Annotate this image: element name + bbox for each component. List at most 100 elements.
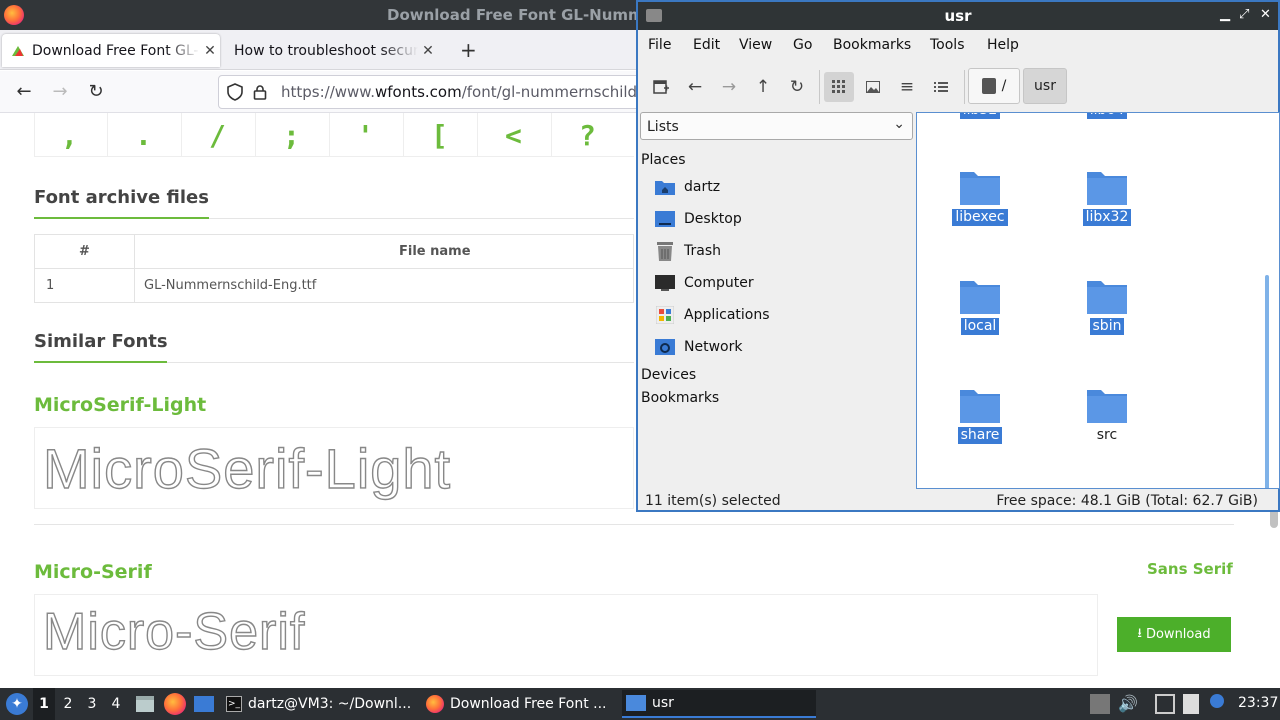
fm-statusbar: 11 item(s) selected Free space: 48.1 GiB… bbox=[638, 490, 1278, 512]
url-text[interactable]: https://www.wfonts.com/font/gl-nummernsc… bbox=[281, 83, 661, 101]
folder-label: sbin bbox=[1089, 318, 1125, 335]
free-space-status: Free space: 48.1 GiB (Total: 62.7 GiB) bbox=[996, 493, 1258, 509]
tracking-shield-icon[interactable] bbox=[227, 83, 243, 101]
taskbar-task-firefox[interactable]: Download Free Font ... bbox=[422, 690, 614, 718]
maximize-icon[interactable]: ⤢ bbox=[1239, 7, 1249, 22]
table-cell-filename[interactable]: GL-Nummernschild-Eng.ttf bbox=[144, 278, 316, 293]
folder-view[interactable]: lib32 lib64 libexec libx32 local sbin sh… bbox=[916, 112, 1280, 489]
folder-label: libx32 bbox=[1082, 209, 1132, 226]
bookmarks-heading: Bookmarks bbox=[641, 390, 720, 406]
tab-download-font[interactable]: Download Free Font GL-N ✕ bbox=[2, 34, 220, 67]
fm-window-title: usr bbox=[944, 7, 972, 25]
sidebar-item-network[interactable]: Network bbox=[654, 334, 742, 360]
menu-tools[interactable]: Tools bbox=[930, 37, 965, 53]
fm-titlebar[interactable]: usr ▁ ⤢ ✕ bbox=[638, 2, 1278, 30]
show-desktop-icon[interactable] bbox=[193, 693, 215, 715]
column-divider bbox=[134, 235, 135, 268]
trash-icon bbox=[654, 241, 676, 261]
menu-bookmarks[interactable]: Bookmarks bbox=[833, 37, 911, 53]
thumbnail-view-icon[interactable] bbox=[858, 72, 888, 102]
selection-status: 11 item(s) selected bbox=[645, 493, 781, 509]
lock-icon[interactable] bbox=[252, 84, 268, 100]
folder-item-local[interactable]: local bbox=[932, 278, 1028, 335]
menu-file[interactable]: File bbox=[648, 37, 671, 53]
back-arrow-icon[interactable]: ← bbox=[12, 81, 36, 105]
volume-icon[interactable]: 🔊 bbox=[1118, 694, 1138, 714]
devices-heading: Devices bbox=[641, 367, 697, 383]
firefox-launcher-icon[interactable] bbox=[164, 693, 186, 715]
menu-help[interactable]: Help bbox=[987, 37, 1019, 53]
font-preview-box[interactable]: MicroSerif-Light bbox=[34, 427, 634, 509]
folder-label: local bbox=[960, 318, 1000, 335]
close-icon[interactable]: ✕ bbox=[418, 43, 438, 59]
sidebar-item-label: Applications bbox=[684, 307, 770, 323]
workspace-3[interactable]: 3 bbox=[81, 688, 103, 720]
workspace-4[interactable]: 4 bbox=[105, 688, 127, 720]
glyph-cell: . bbox=[107, 113, 181, 157]
glyph-cell: / bbox=[181, 113, 255, 157]
up-arrow-icon[interactable]: ↑ bbox=[748, 72, 778, 102]
sidebar-item-computer[interactable]: Computer bbox=[654, 270, 754, 296]
folder-item[interactable]: lib32 bbox=[932, 113, 1028, 119]
menu-go[interactable]: Go bbox=[793, 37, 812, 53]
sidebar-item-trash[interactable]: Trash bbox=[654, 238, 721, 264]
file-manager-window: usr ▁ ⤢ ✕ File Edit View Go Bookmarks To… bbox=[636, 0, 1280, 512]
font-category-label[interactable]: Sans Serif bbox=[1147, 560, 1233, 578]
path-label: usr bbox=[1034, 78, 1056, 94]
browser-window-title: Download Free Font GL-Numm bbox=[387, 6, 644, 24]
tray-eject-icon[interactable] bbox=[1090, 694, 1110, 714]
sidebar-item-applications[interactable]: Applications bbox=[654, 302, 770, 328]
folder-item-src[interactable]: src bbox=[1059, 387, 1155, 444]
folder-item-libexec[interactable]: libexec bbox=[932, 169, 1028, 226]
update-notifier-icon[interactable] bbox=[1210, 694, 1224, 708]
sidebar-item-label: Network bbox=[684, 339, 743, 355]
new-tab-icon[interactable] bbox=[646, 72, 676, 102]
menu-edit[interactable]: Edit bbox=[693, 37, 720, 53]
compact-view-icon[interactable]: ≡ bbox=[892, 72, 922, 102]
clipboard-icon[interactable] bbox=[1183, 694, 1199, 714]
tab-troubleshoot[interactable]: How to troubleshoot security ✕ bbox=[224, 34, 438, 67]
reload-icon[interactable]: ↻ bbox=[782, 72, 812, 102]
menu-view[interactable]: View bbox=[739, 37, 772, 53]
folder-item-share[interactable]: share bbox=[932, 387, 1028, 444]
network-tray-icon[interactable] bbox=[1155, 694, 1175, 714]
font-preview-image: MicroSerif-Light bbox=[43, 436, 451, 500]
detailed-list-view-icon[interactable] bbox=[926, 72, 956, 102]
folder-item-sbin[interactable]: sbin bbox=[1059, 278, 1155, 335]
section-divider bbox=[34, 524, 1234, 525]
similar-font-name[interactable]: MicroSerif-Light bbox=[34, 394, 206, 416]
side-pane-mode-select[interactable]: Lists ⌄ bbox=[640, 112, 913, 140]
glyph-cell: < bbox=[477, 113, 551, 157]
similar-font-name[interactable]: Micro-Serif bbox=[34, 561, 152, 583]
font-preview-box[interactable]: Micro-Serif bbox=[34, 594, 1098, 676]
table-row[interactable]: 1 GL-Nummernschild-Eng.ttf bbox=[35, 269, 633, 303]
file-manager-launcher-icon[interactable] bbox=[134, 693, 156, 715]
close-icon[interactable]: ✕ bbox=[200, 43, 220, 59]
workspace-1[interactable]: 1 bbox=[33, 688, 55, 720]
forward-arrow-icon[interactable]: → bbox=[714, 72, 744, 102]
sidebar-item-desktop[interactable]: Desktop bbox=[654, 206, 742, 232]
taskbar-task-terminal[interactable]: >_ dartz@VM3: ~/Downl... bbox=[222, 690, 414, 718]
start-menu-icon[interactable]: ✦ bbox=[6, 693, 28, 715]
terminal-icon: >_ bbox=[226, 696, 242, 712]
forward-arrow-icon[interactable]: → bbox=[48, 81, 72, 105]
folder-label: libexec bbox=[952, 209, 1008, 226]
back-arrow-icon[interactable]: ← bbox=[680, 72, 710, 102]
new-tab-plus-icon[interactable]: + bbox=[460, 38, 477, 62]
folder-item[interactable]: lib64 bbox=[1059, 113, 1155, 119]
clock[interactable]: 23:37 bbox=[1238, 695, 1278, 711]
path-button-usr[interactable]: usr bbox=[1023, 68, 1067, 104]
icon-view-icon[interactable] bbox=[824, 72, 854, 102]
network-icon bbox=[654, 337, 676, 357]
path-button-root[interactable]: / bbox=[968, 68, 1020, 104]
folder-item-libx32[interactable]: libx32 bbox=[1059, 169, 1155, 226]
minimize-icon[interactable]: ▁ bbox=[1220, 7, 1230, 22]
reload-icon[interactable]: ↻ bbox=[84, 81, 108, 105]
close-icon[interactable]: ✕ bbox=[1260, 7, 1271, 22]
taskbar-task-usr[interactable]: usr bbox=[622, 690, 816, 718]
download-button[interactable]: ⭳ Download bbox=[1117, 617, 1231, 652]
sidebar-item-dartz[interactable]: dartz bbox=[654, 174, 720, 200]
workspace-2[interactable]: 2 bbox=[57, 688, 79, 720]
glyph-cell: ' bbox=[329, 113, 403, 157]
folder-view-scrollbar[interactable] bbox=[1265, 275, 1269, 488]
